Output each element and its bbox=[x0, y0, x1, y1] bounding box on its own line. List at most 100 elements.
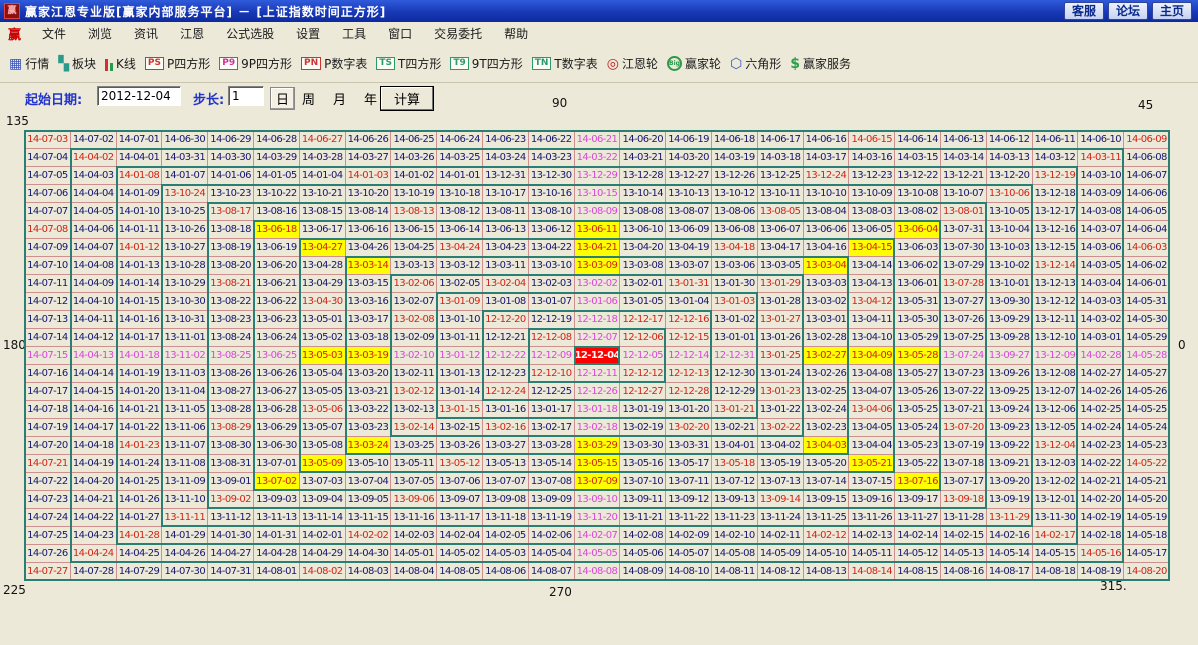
menu-item-工具[interactable]: 工具 bbox=[331, 25, 377, 42]
date-cell: 14-08-02 bbox=[299, 563, 346, 581]
date-cell: 14-05-11 bbox=[849, 545, 896, 563]
menu-item-交易委托[interactable]: 交易委托 bbox=[423, 25, 493, 42]
date-cell: 14-07-22 bbox=[25, 473, 71, 491]
tool-winner-wheel[interactable]: Big 赢家轮 bbox=[666, 55, 721, 72]
date-cell: 13-03-21 bbox=[345, 383, 392, 401]
menu-item-窗口[interactable]: 窗口 bbox=[377, 25, 423, 42]
date-cell: 14-01-17 bbox=[116, 329, 163, 347]
period-option-日[interactable]: 日 bbox=[270, 87, 296, 110]
p-square-icon: PS bbox=[144, 57, 164, 70]
date-cell: 14-03-15 bbox=[895, 149, 941, 167]
tool-9p-square[interactable]: P9 9P四方形 bbox=[219, 55, 292, 72]
date-cell: 13-04-23 bbox=[482, 239, 529, 257]
forum-button[interactable]: 论坛 bbox=[1107, 2, 1148, 20]
date-cell: 13-08-10 bbox=[528, 203, 575, 221]
tool-sectors[interactable]: ▚ 板块 bbox=[58, 55, 96, 72]
date-cell: 14-03-31 bbox=[162, 149, 209, 167]
winner-wheel-icon: Big bbox=[666, 56, 682, 71]
date-cell: 14-04-02 bbox=[70, 149, 117, 167]
homepage-button[interactable]: 主页 bbox=[1151, 2, 1192, 20]
date-cell: 14-06-17 bbox=[757, 131, 804, 149]
date-cell: 13-07-31 bbox=[940, 221, 987, 239]
date-cell: 13-01-02 bbox=[711, 311, 758, 329]
date-cell: 14-02-25 bbox=[1078, 401, 1125, 419]
date-cell: 14-02-14 bbox=[895, 527, 941, 545]
date-cell: 13-12-28 bbox=[620, 167, 667, 185]
date-cell: 13-01-25 bbox=[757, 347, 804, 365]
date-cell: 14-05-26 bbox=[1124, 383, 1170, 401]
date-cell: 14-06-13 bbox=[940, 131, 987, 149]
date-cell: 14-01-26 bbox=[116, 491, 163, 509]
date-cell: 12-12-05 bbox=[620, 347, 667, 365]
tool-p-square[interactable]: PS P四方形 bbox=[144, 55, 210, 72]
date-cell: 14-03-11 bbox=[1078, 149, 1125, 167]
date-cell: 14-05-28 bbox=[1124, 347, 1170, 365]
tool-label: P数字表 bbox=[324, 57, 368, 71]
menu-item-公式选股[interactable]: 公式选股 bbox=[215, 25, 285, 42]
tool-t-number-table[interactable]: TN T数字表 bbox=[531, 55, 598, 72]
tool-p-number-table[interactable]: PN P数字表 bbox=[300, 55, 368, 72]
date-cell: 14-03-05 bbox=[1078, 257, 1125, 275]
date-cell: 13-10-04 bbox=[986, 221, 1033, 239]
tool-label: 9P四方形 bbox=[241, 57, 292, 71]
date-cell: 13-06-11 bbox=[574, 221, 621, 239]
date-cell: 13-12-05 bbox=[1032, 419, 1079, 437]
period-option-年[interactable]: 年 bbox=[364, 89, 377, 108]
date-cell: 13-07-15 bbox=[849, 473, 896, 491]
date-cell: 14-07-25 bbox=[25, 527, 71, 545]
date-cell: 14-01-31 bbox=[253, 527, 300, 545]
date-cell: 14-06-21 bbox=[574, 131, 621, 149]
start-date-input[interactable] bbox=[97, 86, 181, 106]
date-cell: 14-02-27 bbox=[1078, 365, 1125, 383]
angle-label-315: 315. bbox=[1100, 579, 1127, 593]
tool-kline[interactable]: K线 bbox=[105, 55, 136, 72]
customer-service-button[interactable]: 客服 bbox=[1063, 2, 1104, 20]
date-cell: 13-10-30 bbox=[162, 293, 209, 311]
menu-item-资讯[interactable]: 资讯 bbox=[123, 25, 169, 42]
tool-t-square[interactable]: TS T四方形 bbox=[376, 55, 441, 72]
step-input[interactable] bbox=[228, 86, 264, 106]
date-cell: 13-03-31 bbox=[666, 437, 712, 455]
tool-winner-service[interactable]: $ 赢家服务 bbox=[790, 55, 851, 72]
period-option-月[interactable]: 月 bbox=[333, 89, 346, 108]
date-cell: 14-02-03 bbox=[391, 527, 438, 545]
date-cell: 13-12-21 bbox=[940, 167, 987, 185]
date-cell: 12-12-31 bbox=[711, 347, 758, 365]
date-cell: 14-01-09 bbox=[116, 185, 163, 203]
menu-item-帮助[interactable]: 帮助 bbox=[493, 25, 539, 42]
date-cell: 13-12-18 bbox=[1032, 185, 1079, 203]
date-cell: 14-01-13 bbox=[116, 257, 163, 275]
date-cell: 13-02-25 bbox=[803, 383, 850, 401]
date-cell: 14-02-26 bbox=[1078, 383, 1125, 401]
date-cell: 13-01-31 bbox=[666, 275, 712, 293]
date-cell: 13-04-15 bbox=[849, 239, 896, 257]
menu-item-文件[interactable]: 文件 bbox=[31, 25, 77, 42]
menu-item-设置[interactable]: 设置 bbox=[285, 25, 331, 42]
tool-9t-square[interactable]: T9 9T四方形 bbox=[450, 55, 523, 72]
date-cell: 13-08-25 bbox=[208, 347, 254, 365]
menu-item-浏览[interactable]: 浏览 bbox=[77, 25, 123, 42]
tool-gann-wheel[interactable]: ◎ 江恩轮 bbox=[607, 55, 658, 72]
date-cell: 13-05-18 bbox=[711, 455, 758, 473]
period-option-周[interactable]: 周 bbox=[302, 89, 315, 108]
date-cell: 14-06-14 bbox=[895, 131, 941, 149]
date-cell: 13-07-18 bbox=[940, 455, 987, 473]
date-cell: 13-05-15 bbox=[574, 455, 621, 473]
date-cell: 12-12-24 bbox=[482, 383, 529, 401]
date-cell: 13-10-25 bbox=[162, 203, 209, 221]
date-cell: 13-11-24 bbox=[757, 509, 804, 527]
date-cell: 14-06-02 bbox=[1124, 257, 1170, 275]
calculate-button[interactable]: 计算 bbox=[380, 86, 434, 111]
t-square-icon: TS bbox=[376, 57, 395, 70]
date-cell: 13-08-24 bbox=[208, 329, 254, 347]
menu-item-江恩[interactable]: 江恩 bbox=[169, 25, 215, 42]
date-cell: 13-05-16 bbox=[620, 455, 667, 473]
date-cell: 14-04-24 bbox=[70, 545, 117, 563]
tool-hexagon[interactable]: ⬡ 六角形 bbox=[730, 55, 781, 72]
date-cell: 14-07-28 bbox=[70, 563, 117, 581]
date-cell: 14-03-10 bbox=[1078, 167, 1125, 185]
date-cell: 13-11-30 bbox=[1032, 509, 1079, 527]
date-cell: 13-03-16 bbox=[345, 293, 392, 311]
tool-quotes[interactable]: ▦ 行情 bbox=[9, 55, 49, 72]
date-cell: 13-08-01 bbox=[940, 203, 987, 221]
